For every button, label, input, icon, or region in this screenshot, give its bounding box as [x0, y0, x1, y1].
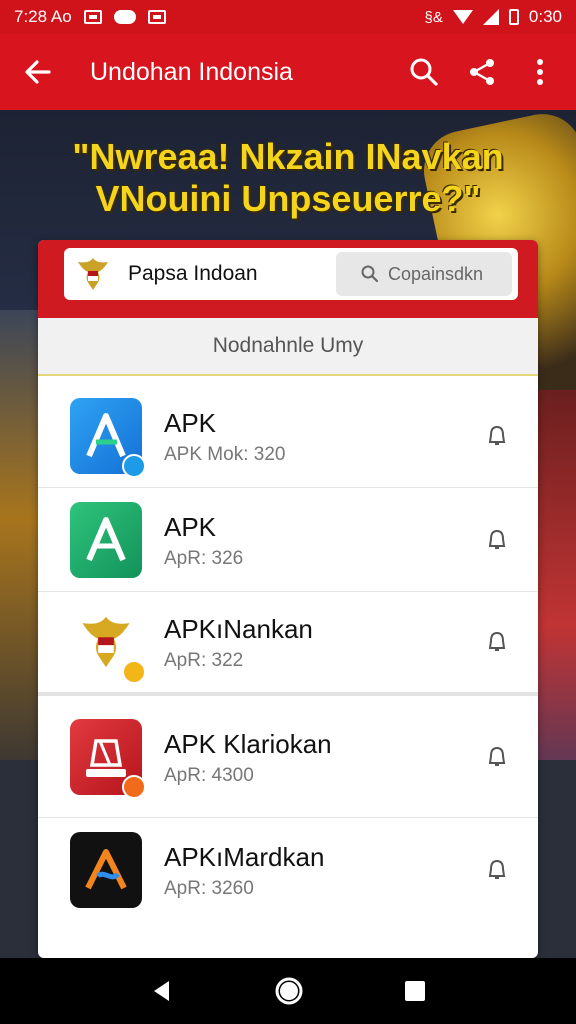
app-name: APKıNankan: [164, 614, 313, 644]
square-icon: [147, 10, 166, 24]
share-button[interactable]: [464, 54, 500, 90]
more-options-button[interactable]: [522, 54, 558, 90]
card-search-button[interactable]: Copainsdkn: [336, 252, 512, 296]
app-logo-icon: [86, 738, 126, 777]
list-item[interactable]: APK APK Mok: 320: [38, 384, 538, 488]
status-clock: 0:30: [528, 7, 562, 26]
square-icon: [83, 10, 102, 24]
app-bar: Undohan Indonsia: [0, 34, 576, 110]
garuda-emblem-icon: [70, 604, 146, 684]
letter-a-icon: [85, 849, 127, 890]
list-item[interactable]: APKıNankan ApR: 322: [38, 592, 538, 696]
list-item[interactable]: APK Klariokan ApR: 4300: [38, 696, 538, 818]
search-icon: [410, 58, 438, 86]
back-triangle-icon[interactable]: [149, 978, 175, 1004]
app-icon-black-a: [70, 832, 142, 908]
headline-line-1: "Nwreaa! Nkzain INavkan: [72, 136, 504, 177]
badge-icon: [122, 660, 146, 684]
app-icon-green-a: [70, 501, 142, 578]
card-search-button-label: Copainsdkn: [388, 263, 484, 284]
app-name: APK: [164, 511, 217, 542]
wifi-icon: [452, 10, 473, 24]
system-nav-bar: [0, 958, 576, 1024]
garuda-emblem-icon: [78, 258, 108, 290]
app-name: APKıMardkan: [164, 842, 325, 872]
more-vert-icon: [537, 59, 543, 85]
cloud-icon: [113, 10, 136, 24]
status-time: 7:28 Ao: [14, 7, 72, 26]
status-bar: 7:28 Ao §& 0:30: [0, 0, 576, 34]
banner-illustration-right: [536, 390, 576, 760]
card-search-bar: Papsa Indoan Copainsdkn: [64, 248, 518, 300]
headline-line-2: VNouini Unpseuerre?": [95, 178, 481, 219]
app-name: APK Klariokan: [164, 728, 332, 759]
section-title: Nodnahnle Umy: [38, 318, 538, 376]
letter-a-icon: [86, 516, 126, 561]
app-list-card: Papsa Indoan Copainsdkn Nodnahnle Umy AP…: [38, 240, 538, 958]
app-meta: ApR: 4300: [164, 764, 254, 786]
app-list: APK APK Mok: 320 APK ApR: 326 APKıNankan…: [38, 376, 538, 922]
share-icon: [470, 59, 494, 85]
signal-icon: [482, 9, 499, 25]
arrow-left-icon: [25, 60, 51, 84]
card-header-label: Papsa Indoan: [128, 262, 258, 285]
app-icon-red-p: [70, 718, 146, 799]
bell-icon[interactable]: [486, 745, 508, 769]
search-icon: [361, 265, 379, 283]
bell-icon[interactable]: [486, 630, 508, 654]
search-button[interactable]: [406, 54, 442, 90]
app-meta: ApR: 326: [164, 547, 244, 569]
back-button[interactable]: [0, 34, 76, 110]
bell-icon[interactable]: [486, 858, 508, 882]
home-circle-icon[interactable]: [274, 976, 304, 1006]
list-item[interactable]: APK ApR: 326: [38, 488, 538, 592]
app-name: APK: [164, 407, 217, 438]
bell-icon[interactable]: [486, 424, 508, 448]
app-meta: APK Mok: 320: [164, 443, 286, 465]
badge-icon: [122, 453, 146, 478]
app-meta: ApR: 322: [164, 650, 244, 671]
letter-a-icon: [86, 412, 126, 457]
list-item[interactable]: APKıMardkan ApR: 3260: [38, 818, 538, 922]
bell-icon[interactable]: [486, 528, 508, 552]
app-icon-blue-a: [70, 397, 146, 478]
app-meta: ApR: 3260: [164, 878, 254, 899]
card-header: Papsa Indoan Copainsdkn: [38, 240, 538, 318]
banner-headline: "Nwreaa! Nkzain INavkan VNouini Unpseuer…: [0, 136, 576, 220]
page-title: Undohan Indonsia: [90, 57, 293, 86]
bluetooth-icon: §&: [424, 8, 443, 26]
recents-square-icon[interactable]: [403, 979, 427, 1003]
badge-icon: [122, 774, 146, 799]
battery-icon: [508, 9, 519, 25]
